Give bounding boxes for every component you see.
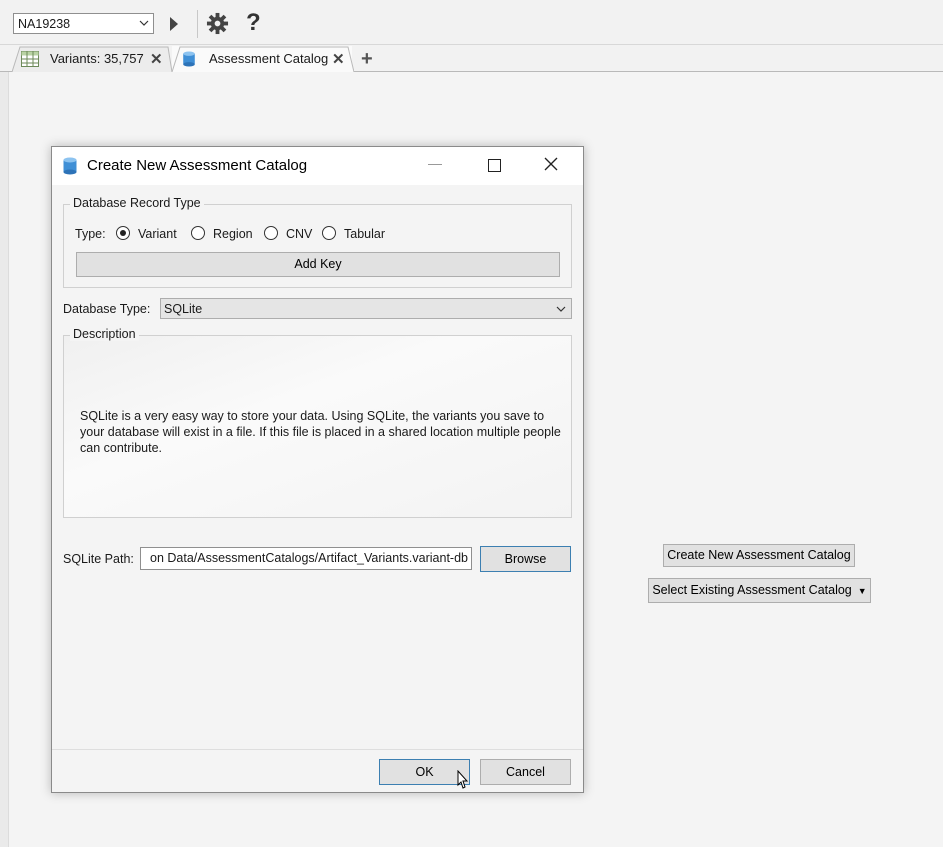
tab-variants[interactable]: Variants: 35,757 ✕ bbox=[12, 46, 172, 72]
dialog-titlebar[interactable]: Create New Assessment Catalog bbox=[52, 147, 583, 185]
create-catalog-dialog: Create New Assessment Catalog Database R… bbox=[51, 146, 584, 793]
tab-variants-label: Variants: 35,757 bbox=[50, 51, 144, 66]
toolbar-separator bbox=[197, 10, 198, 38]
radio-variant[interactable] bbox=[116, 226, 130, 240]
radio-tabular[interactable] bbox=[322, 226, 336, 240]
sqlite-path-value: on Data/AssessmentCatalogs/Artifact_Vari… bbox=[150, 551, 468, 565]
sample-select[interactable]: NA19238 bbox=[13, 13, 154, 34]
sample-select-value: NA19238 bbox=[18, 17, 71, 31]
description-legend: Description bbox=[70, 327, 139, 341]
tab-assessment-catalog-label: Assessment Catalog bbox=[209, 51, 329, 66]
dialog-footer-divider bbox=[52, 749, 583, 750]
dialog-title: Create New Assessment Catalog bbox=[87, 157, 308, 174]
tab-assessment-catalog[interactable]: Assessment Catalog ✕ bbox=[172, 46, 354, 72]
select-catalog-label: Select Existing Assessment Catalog bbox=[652, 583, 852, 597]
add-key-button[interactable]: Add Key bbox=[76, 252, 560, 277]
database-type-value: SQLite bbox=[164, 302, 203, 316]
close-icon[interactable]: ✕ bbox=[332, 50, 345, 68]
description-group: SQLite is a very easy way to store your … bbox=[63, 335, 572, 518]
radio-cnv-label[interactable]: CNV bbox=[286, 227, 312, 241]
table-icon bbox=[21, 51, 39, 67]
minimize-icon[interactable] bbox=[428, 164, 442, 165]
sqlite-path-label: SQLite Path: bbox=[63, 552, 134, 566]
database-icon bbox=[183, 51, 195, 67]
help-icon[interactable]: ? bbox=[246, 9, 261, 37]
radio-cnv[interactable] bbox=[264, 226, 278, 240]
main-toolbar: NA19238 ? bbox=[0, 0, 943, 44]
database-type-select[interactable]: SQLite bbox=[160, 298, 572, 319]
browse-button[interactable]: Browse bbox=[480, 546, 571, 572]
close-icon[interactable] bbox=[543, 156, 559, 172]
sqlite-path-input[interactable]: on Data/AssessmentCatalogs/Artifact_Vari… bbox=[140, 547, 472, 570]
database-icon bbox=[63, 157, 77, 175]
radio-variant-label[interactable]: Variant bbox=[138, 227, 177, 241]
dropdown-arrow-icon: ▼ bbox=[855, 586, 867, 596]
chevron-down-icon bbox=[556, 306, 566, 312]
create-catalog-button[interactable]: Create New Assessment Catalog bbox=[663, 544, 855, 567]
gear-icon[interactable] bbox=[206, 12, 229, 35]
select-catalog-button[interactable]: Select Existing Assessment Catalog ▼ bbox=[648, 578, 871, 603]
close-icon[interactable]: ✕ bbox=[150, 50, 163, 68]
left-splitter[interactable] bbox=[0, 72, 9, 847]
type-label: Type: bbox=[75, 227, 106, 241]
mouse-cursor-icon bbox=[457, 770, 469, 789]
radio-region-label[interactable]: Region bbox=[213, 227, 253, 241]
database-type-label: Database Type: bbox=[63, 302, 151, 316]
radio-tabular-label[interactable]: Tabular bbox=[344, 227, 385, 241]
add-tab-icon[interactable]: + bbox=[361, 48, 373, 71]
cancel-button[interactable]: Cancel bbox=[480, 759, 571, 785]
description-text: SQLite is a very easy way to store your … bbox=[80, 409, 561, 455]
maximize-icon[interactable] bbox=[488, 159, 501, 172]
play-icon[interactable] bbox=[168, 15, 180, 33]
chevron-down-icon bbox=[139, 20, 149, 26]
record-type-legend: Database Record Type bbox=[70, 196, 204, 210]
radio-region[interactable] bbox=[191, 226, 205, 240]
